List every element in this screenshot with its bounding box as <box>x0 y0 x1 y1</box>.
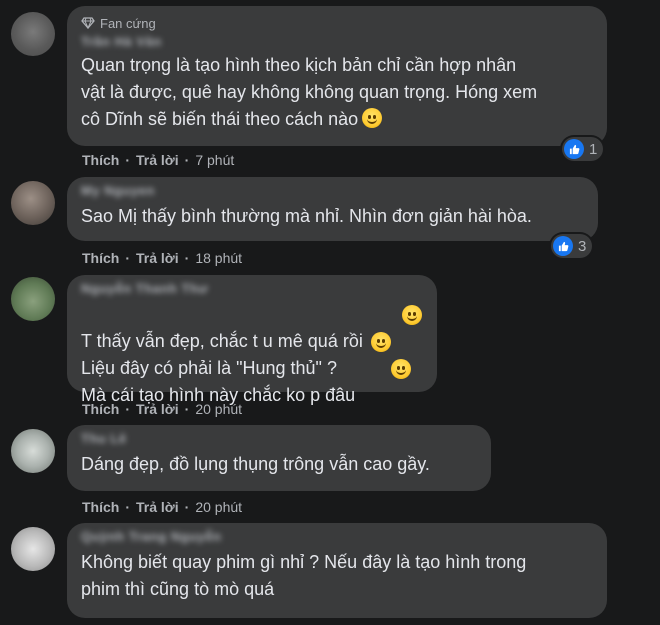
separator-dot: · <box>125 250 131 266</box>
comment-bubble: Thu Lê Dáng đẹp, đồ lụng thụng trông vẫn… <box>67 425 491 491</box>
sweat-smile-icon <box>371 332 391 352</box>
thinking-face-icon <box>362 108 383 128</box>
timestamp[interactable]: 20 phút <box>195 401 242 417</box>
avatar[interactable] <box>11 181 55 225</box>
diamond-icon <box>81 17 95 29</box>
timestamp[interactable]: 18 phút <box>195 250 242 266</box>
author-name[interactable]: Nguyễn Thanh Thư <box>81 281 423 297</box>
author-name[interactable]: Trần Hà Vân <box>81 34 593 50</box>
avatar[interactable] <box>11 277 55 321</box>
like-button[interactable]: Thích <box>82 401 119 417</box>
avatar[interactable] <box>11 429 55 473</box>
avatar[interactable] <box>11 12 55 56</box>
comment-text-content: Quan trọng là tạo hình theo kịch bản chỉ… <box>81 55 538 129</box>
separator-dot: · <box>184 401 190 417</box>
comment-text: Không biết quay phim gì nhỉ ? Nếu đây là… <box>81 552 527 599</box>
timestamp[interactable]: 7 phút <box>195 152 234 168</box>
comment-text: Quan trọng là tạo hình theo kịch bản chỉ… <box>81 52 593 133</box>
separator-dot: · <box>125 152 131 168</box>
comment-bubble: My Nguyen Sao Mị thấy bình thường mà nhỉ… <box>67 177 598 241</box>
comment-bubble: Quỳnh Trang Nguyễn Không biết quay phim … <box>67 523 607 618</box>
comment-bubble: Nguyễn Thanh Thư T thấy vẫn đẹp, chắc t … <box>67 275 437 405</box>
reply-button[interactable]: Trả lời <box>136 401 179 417</box>
avatar[interactable] <box>11 527 55 571</box>
reply-button[interactable]: Trả lời <box>136 152 179 168</box>
laughing-face-icon <box>402 305 422 325</box>
separator-dot: · <box>184 152 190 168</box>
comment-bubble: Fan cứng Trần Hà Vân Quan trọng là tạo h… <box>67 6 607 146</box>
separator-dot: · <box>125 401 131 417</box>
reply-button[interactable]: Trả lời <box>136 250 179 266</box>
author-name[interactable]: My Nguyen <box>81 183 584 199</box>
reaction-count-value: 3 <box>578 237 587 255</box>
like-button[interactable]: Thích <box>82 152 119 168</box>
comment-meta: Fan cứng <box>81 14 593 32</box>
reaction-count-value: 1 <box>589 140 598 158</box>
author-name[interactable]: Quỳnh Trang Nguyễn <box>81 529 593 545</box>
badge-label: Fan cứng <box>100 15 156 31</box>
comment-actions: Thích · Trả lời · 20 phút <box>82 400 242 418</box>
like-button[interactable]: Thích <box>82 250 119 266</box>
like-button[interactable]: Thích <box>82 499 119 515</box>
reaction-count[interactable]: 1 <box>562 137 604 161</box>
slight-smile-icon <box>391 359 411 379</box>
like-icon <box>564 139 584 159</box>
comment-text: Dáng đẹp, đồ lụng thụng trông vẫn cao gầ… <box>81 454 430 474</box>
comment-text-content: T thấy vẫn đẹp, chắc t u mê quá rồi Liệu… <box>81 331 363 405</box>
fan-badge[interactable]: Fan cứng <box>81 16 156 31</box>
reaction-count[interactable]: 3 <box>551 234 593 258</box>
reply-button[interactable]: Trả lời <box>136 499 179 515</box>
comment-actions: Thích · Trả lời · 20 phút <box>82 498 242 516</box>
timestamp[interactable]: 20 phút <box>195 499 242 515</box>
separator-dot: · <box>125 499 131 515</box>
author-name[interactable]: Thu Lê <box>81 431 477 447</box>
comment-actions: Thích · Trả lời · 18 phút <box>82 249 242 267</box>
comment-text: Sao Mị thấy bình thường mà nhỉ. Nhìn đơn… <box>81 206 532 226</box>
separator-dot: · <box>184 250 190 266</box>
separator-dot: · <box>184 499 190 515</box>
comment-actions: Thích · Trả lời · 7 phút <box>82 151 234 169</box>
like-icon <box>553 236 573 256</box>
